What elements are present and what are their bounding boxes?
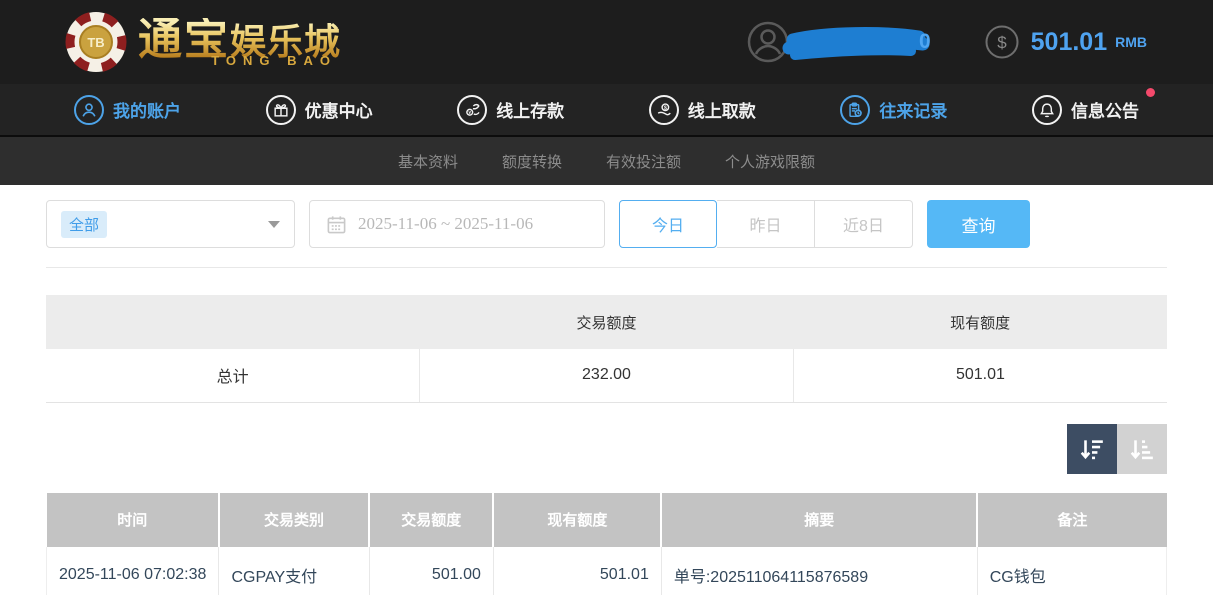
filter-toolbar: 全部 2025-11-06 ~ 2025-11-06 今日 昨日 近8日 查询	[46, 200, 1167, 248]
nav-item-promotions[interactable]: 优惠中心	[266, 95, 373, 125]
top-header: TB 通宝娱乐城 TONG BAO 0	[0, 0, 1213, 84]
records-table: 时间 交易类别 交易额度 现有额度 摘要 备注 2025-11-06 07:02…	[46, 493, 1167, 595]
balance-amount: 501.01	[1031, 28, 1107, 57]
chevron-down-icon	[268, 221, 280, 228]
sub-navigation: 基本资料 额度转换 有效投注额 个人游戏限额	[0, 137, 1213, 185]
username-display[interactable]: 0	[747, 20, 923, 64]
records-icon	[840, 95, 870, 125]
date-range-picker[interactable]: 2025-11-06 ~ 2025-11-06	[309, 200, 605, 248]
sort-descending-icon	[1079, 436, 1105, 462]
balance-currency: RMB	[1115, 34, 1147, 50]
nav-label: 线上取款	[688, 97, 756, 122]
table-row: 2025-11-06 07:02:38 CGPAY支付 501.00 501.0…	[47, 547, 1167, 595]
gift-icon	[266, 95, 296, 125]
deposit-icon: ¥	[457, 95, 487, 125]
nav-label: 优惠中心	[305, 97, 373, 122]
query-button[interactable]: 查询	[927, 200, 1030, 248]
nav-label: 信息公告	[1071, 97, 1139, 122]
range-button-today[interactable]: 今日	[619, 200, 717, 248]
selected-option: 全部	[61, 211, 107, 238]
date-range-value: 2025-11-06 ~ 2025-11-06	[358, 214, 533, 234]
subnav-item-valid-bets[interactable]: 有效投注额	[606, 151, 681, 172]
record-remark: CG钱包	[977, 547, 1166, 595]
records-header-transaction-amount: 交易额度	[369, 493, 493, 547]
nav-item-announcements[interactable]: 信息公告	[1032, 95, 1139, 125]
summary-total-row: 总计 232.00 501.01	[46, 349, 1167, 402]
transaction-type-select[interactable]: 全部	[46, 200, 295, 248]
summary-header-transaction-amount: 交易额度	[420, 295, 794, 349]
casino-chip-icon: TB	[64, 10, 128, 74]
nav-item-deposit[interactable]: ¥ 线上存款	[457, 95, 564, 125]
svg-text:$: $	[664, 105, 667, 111]
summary-total-label: 总计	[46, 349, 420, 402]
svg-text:TB: TB	[87, 35, 104, 50]
range-button-yesterday[interactable]: 昨日	[717, 200, 815, 248]
record-transaction-amount: 501.00	[369, 547, 493, 595]
sort-descending-button[interactable]	[1067, 424, 1117, 474]
record-time: 2025-11-06 07:02:38	[47, 547, 219, 595]
quick-range-group: 今日 昨日 近8日	[619, 200, 913, 248]
nav-item-withdraw[interactable]: $ 线上取款	[649, 95, 756, 125]
records-header-type: 交易类别	[219, 493, 369, 547]
dollar-coin-icon: $	[985, 25, 1019, 59]
sort-ascending-icon	[1129, 436, 1155, 462]
record-summary: 单号:202511064115876589	[661, 547, 977, 595]
person-icon	[74, 95, 104, 125]
brand-logo[interactable]: TB 通宝娱乐城 TONG BAO	[64, 10, 341, 74]
records-header-remark: 备注	[977, 493, 1166, 547]
nav-label: 线上存款	[496, 97, 564, 122]
main-navigation: 我的账户 优惠中心 ¥ 线上存款 $ 线上取款	[0, 84, 1213, 137]
records-header-summary: 摘要	[661, 493, 977, 547]
sort-ascending-button[interactable]	[1117, 424, 1167, 474]
svg-text:$: $	[997, 33, 1007, 52]
brand-subtitle: TONG BAO	[211, 54, 337, 67]
summary-header-empty	[46, 295, 420, 349]
redaction-scribble	[781, 24, 933, 64]
summary-total-transaction-amount: 232.00	[420, 349, 794, 402]
subnav-item-basic-info[interactable]: 基本资料	[398, 151, 458, 172]
calendar-icon	[326, 214, 347, 235]
section-divider	[46, 267, 1167, 268]
withdraw-icon: $	[649, 95, 679, 125]
record-current-amount: 501.01	[493, 547, 661, 595]
summary-total-current-amount: 501.01	[793, 349, 1167, 402]
record-type: CGPAY支付	[219, 547, 369, 595]
subnav-item-credit-transfer[interactable]: 额度转换	[502, 151, 562, 172]
main-content: 全部 2025-11-06 ~ 2025-11-06 今日 昨日 近8日 查询	[0, 185, 1213, 595]
svg-text:¥: ¥	[469, 110, 472, 116]
nav-item-records[interactable]: 往来记录	[840, 95, 947, 125]
summary-table: 交易额度 现有额度 总计 232.00 501.01	[46, 295, 1167, 403]
records-header-current-amount: 现有额度	[493, 493, 661, 547]
sort-controls	[46, 424, 1167, 474]
summary-header-row: 交易额度 现有额度	[46, 295, 1167, 349]
notification-dot	[1146, 88, 1155, 97]
range-button-last8days[interactable]: 近8日	[815, 200, 913, 248]
records-header-row: 时间 交易类别 交易额度 现有额度 摘要 备注	[47, 493, 1167, 547]
nav-item-my-account[interactable]: 我的账户	[74, 95, 181, 125]
username-suffix: 0	[919, 30, 931, 54]
nav-label: 我的账户	[113, 97, 181, 122]
subnav-item-game-limits[interactable]: 个人游戏限额	[725, 151, 815, 172]
records-header-time: 时间	[47, 493, 219, 547]
nav-label: 往来记录	[879, 97, 947, 122]
bell-icon	[1032, 95, 1062, 125]
balance-display[interactable]: $ 501.01 RMB	[985, 25, 1147, 59]
summary-header-current-amount: 现有额度	[793, 295, 1167, 349]
